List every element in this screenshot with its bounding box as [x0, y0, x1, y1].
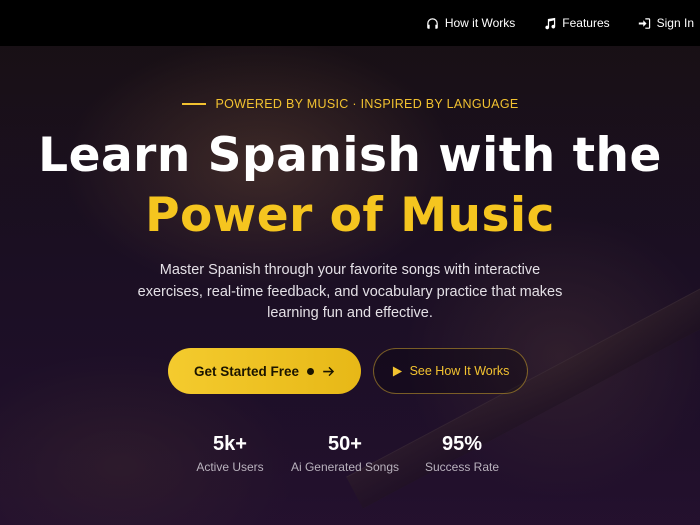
- tagline-text: POWERED BY MUSIC · INSPIRED BY LANGUAGE: [215, 97, 519, 111]
- top-navbar: How it Works Features Sign In: [0, 0, 700, 46]
- tagline-dash: [181, 103, 206, 105]
- get-started-label: Get Started Free: [193, 363, 300, 379]
- nav-features-label: Features: [562, 16, 610, 30]
- stat-value: 50+: [328, 433, 362, 455]
- stat-label: Active Users: [196, 460, 264, 474]
- stat-value: 5k+: [213, 433, 247, 455]
- hero-subtext: Master Spanish through your favorite son…: [137, 262, 563, 321]
- nav-how-it-works[interactable]: How it Works: [426, 16, 515, 30]
- stat-label: Ai Generated Songs: [290, 460, 400, 474]
- nav-sign-in[interactable]: Sign In: [638, 16, 694, 30]
- music-note-icon: [545, 17, 556, 29]
- hero-tagline: POWERED BY MUSIC · INSPIRED BY LANGUAGE: [0, 97, 700, 111]
- see-how-it-works-label: See How It Works: [409, 364, 510, 378]
- hero-headline: Learn Spanish with the Power of Music: [0, 126, 700, 246]
- headline-line-1: Learn Spanish with the: [38, 128, 662, 183]
- get-started-button[interactable]: Get Started Free: [168, 348, 361, 394]
- stat-ai-songs: 50+ Ai Generated Songs: [280, 430, 410, 474]
- stat-value: 95%: [441, 433, 483, 455]
- headline-line-2: Power of Music: [145, 188, 555, 243]
- arrow-right-icon: [323, 366, 335, 376]
- stat-label: Success Rate: [424, 460, 500, 474]
- nav-sign-in-label: Sign In: [656, 16, 694, 30]
- stat-success-rate: 95% Success Rate: [397, 430, 527, 474]
- stat-active-users: 5k+ Active Users: [165, 430, 295, 474]
- see-how-it-works-button[interactable]: See How It Works: [373, 348, 528, 394]
- dot-icon: [307, 367, 315, 375]
- sign-in-icon: [638, 17, 650, 29]
- stats-row: 5k+ Active Users 50+ Ai Generated Songs …: [0, 430, 700, 480]
- headphones-icon: [427, 17, 438, 29]
- nav-features[interactable]: Features: [543, 16, 610, 30]
- play-icon: [392, 365, 402, 377]
- nav-how-it-works-label: How it Works: [444, 16, 516, 30]
